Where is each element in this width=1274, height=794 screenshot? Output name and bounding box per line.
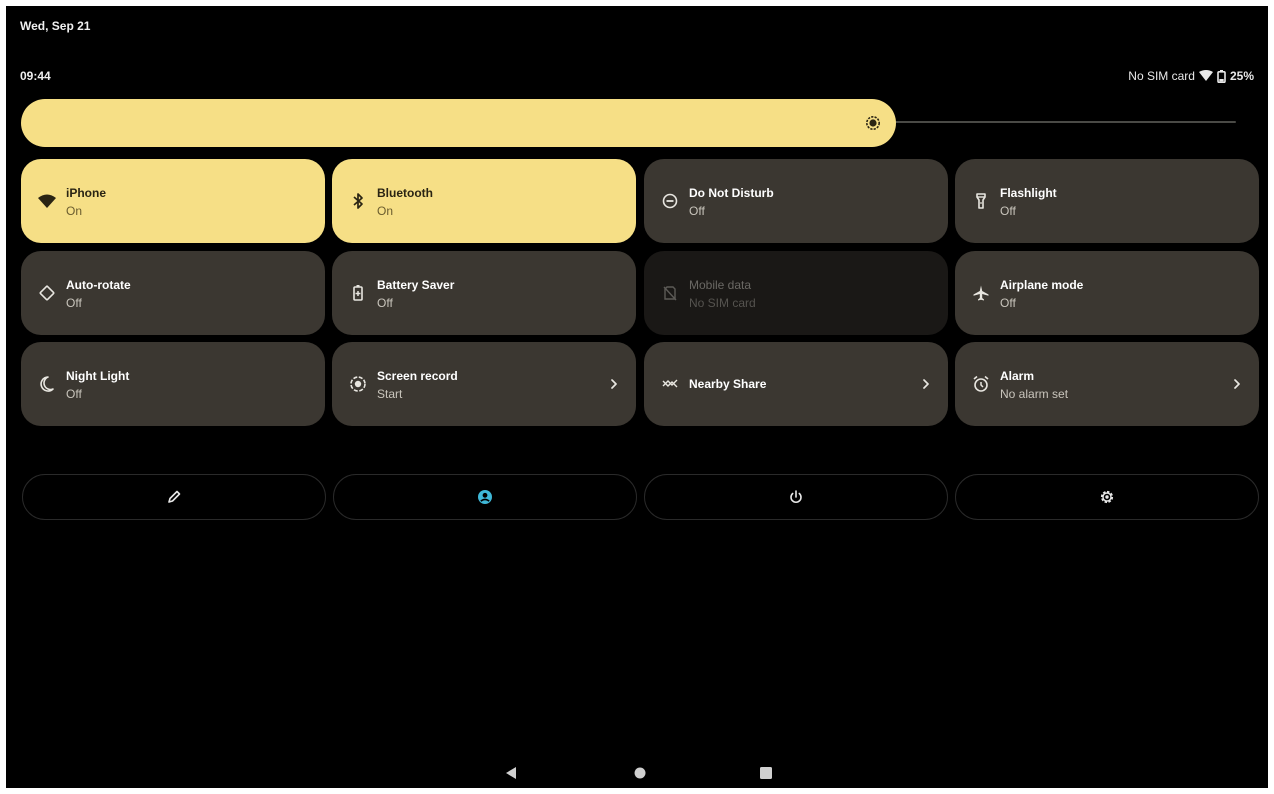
mobile-data-off-icon xyxy=(660,283,680,303)
tile-status: Off xyxy=(1000,296,1016,310)
power-button[interactable] xyxy=(644,474,948,520)
airplane-icon xyxy=(971,283,991,303)
tile-status: No alarm set xyxy=(1000,387,1069,401)
edit-button[interactable] xyxy=(22,474,326,520)
brightness-slider[interactable] xyxy=(21,99,896,147)
tile-label: Mobile data xyxy=(689,278,752,292)
wifi-icon xyxy=(1198,70,1213,81)
tile-battery-saver[interactable]: Battery Saver Off xyxy=(332,251,636,335)
nearby-share-icon xyxy=(660,374,680,394)
tile-status: Off xyxy=(1000,204,1016,218)
tile-label: Screen record xyxy=(377,369,458,383)
wifi-icon xyxy=(37,191,57,211)
tile-airplane-mode[interactable]: Airplane mode Off xyxy=(955,251,1259,335)
settings-gear-icon xyxy=(1100,490,1114,504)
tile-label: Flashlight xyxy=(1000,186,1057,200)
chevron-right-icon xyxy=(920,376,932,392)
tile-status: On xyxy=(377,204,394,218)
user-account-button[interactable] xyxy=(333,474,637,520)
quick-settings-screen: Wed, Sep 21 09:44 No SIM card 25% iPhone… xyxy=(6,6,1268,788)
tile-mobile-data: Mobile data No SIM card xyxy=(644,251,948,335)
tile-iphone[interactable]: iPhone On xyxy=(21,159,325,243)
tile-alarm[interactable]: Alarm No alarm set xyxy=(955,342,1259,426)
home-icon[interactable] xyxy=(633,766,647,780)
tile-screen-record[interactable]: Screen record Start xyxy=(332,342,636,426)
date-label[interactable]: Wed, Sep 21 xyxy=(20,19,90,33)
tile-nearby-share[interactable]: Nearby Share xyxy=(644,342,948,426)
brightness-icon[interactable] xyxy=(864,114,882,132)
tile-label: Nearby Share xyxy=(689,377,767,391)
battery-saver-icon xyxy=(348,283,368,303)
tile-label: Auto-rotate xyxy=(66,278,131,292)
screen-record-icon xyxy=(348,374,368,394)
power-icon xyxy=(790,490,802,503)
recents-icon[interactable] xyxy=(759,766,773,780)
battery-percent: 25% xyxy=(1229,69,1254,83)
tile-status: Start xyxy=(377,387,403,401)
back-icon[interactable] xyxy=(504,766,518,780)
tile-status: No SIM card xyxy=(689,296,756,310)
chevron-right-icon xyxy=(608,376,620,392)
user-account-icon xyxy=(478,490,492,504)
bluetooth-icon xyxy=(348,191,368,211)
status-bar: No SIM card 25% xyxy=(1128,69,1254,83)
do-not-disturb-icon xyxy=(660,191,680,211)
tile-auto-rotate[interactable]: Auto-rotate Off xyxy=(21,251,325,335)
sim-status-text: No SIM card xyxy=(1128,69,1195,83)
tile-night-light[interactable]: Night Light Off xyxy=(21,342,325,426)
tile-status: Off xyxy=(377,296,393,310)
tile-label: iPhone xyxy=(66,186,107,200)
tile-label: Alarm xyxy=(1000,369,1035,383)
chevron-right-icon xyxy=(1231,376,1243,392)
clock[interactable]: 09:44 xyxy=(20,69,51,83)
tile-label: Bluetooth xyxy=(377,186,433,200)
night-light-icon xyxy=(37,374,57,394)
tile-status: Off xyxy=(66,387,82,401)
settings-button[interactable] xyxy=(955,474,1259,520)
tile-label: Do Not Disturb xyxy=(689,186,774,200)
tile-bluetooth[interactable]: Bluetooth On xyxy=(332,159,636,243)
tile-label: Night Light xyxy=(66,369,130,383)
tile-label: Airplane mode xyxy=(1000,278,1084,292)
auto-rotate-icon xyxy=(37,283,57,303)
alarm-icon xyxy=(971,374,991,394)
tile-status: On xyxy=(66,204,83,218)
tile-status: Off xyxy=(66,296,82,310)
tile-label: Battery Saver xyxy=(377,278,455,292)
tile-flashlight[interactable]: Flashlight Off xyxy=(955,159,1259,243)
tile-status: Off xyxy=(689,204,705,218)
battery-icon xyxy=(1217,69,1226,83)
flashlight-icon xyxy=(971,191,991,211)
brightness-track[interactable] xyxy=(886,121,1236,123)
edit-pencil-icon xyxy=(168,490,181,503)
tile-do-not-disturb[interactable]: Do Not Disturb Off xyxy=(644,159,948,243)
